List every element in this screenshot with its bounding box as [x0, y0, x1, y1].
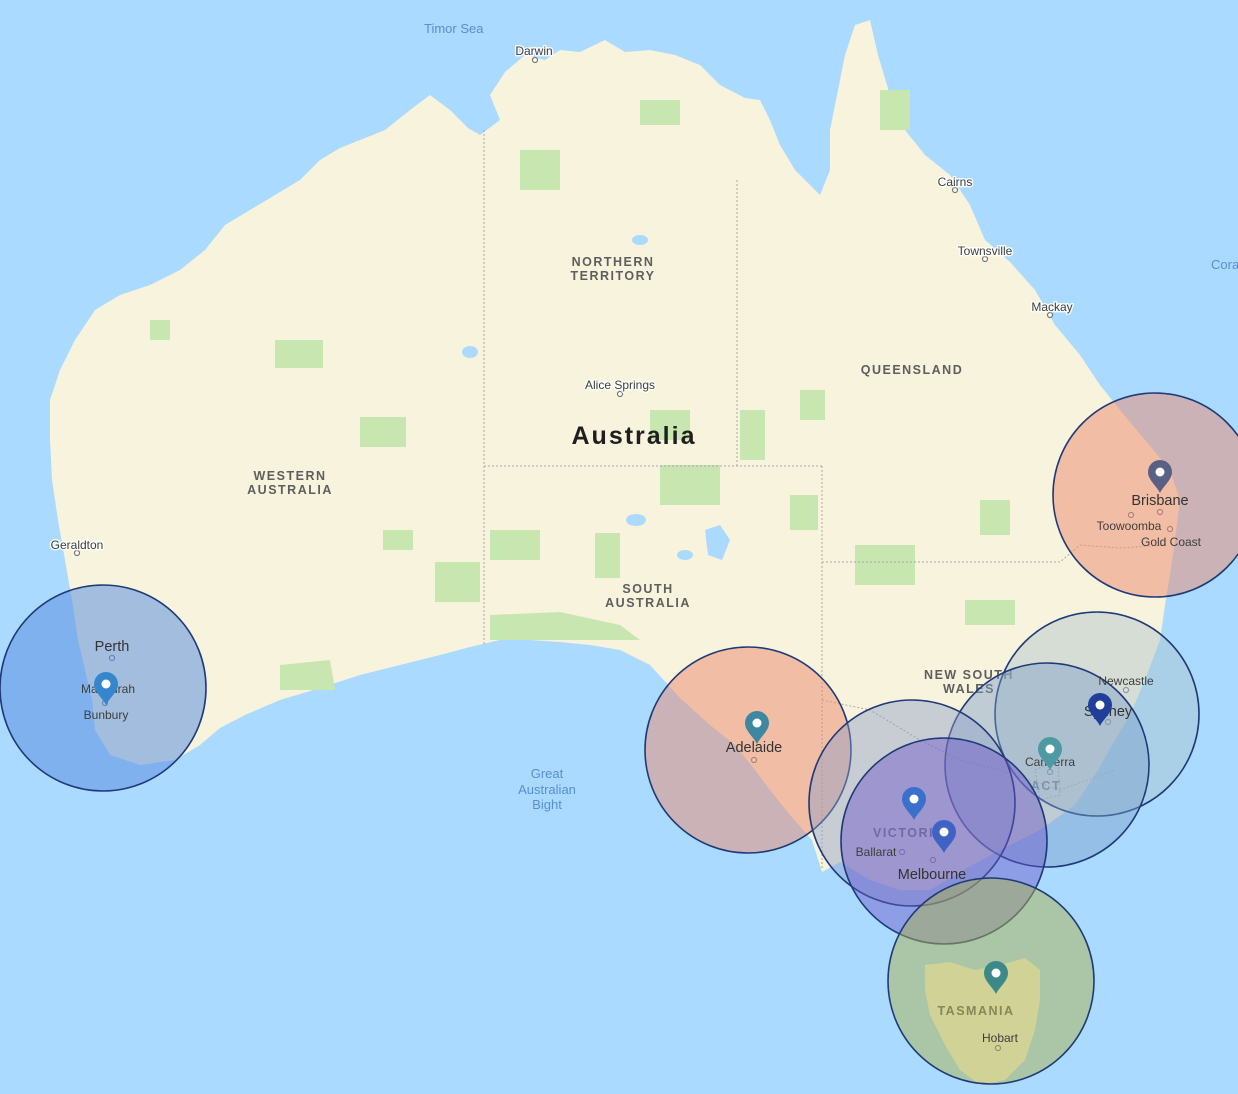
city-label-newcastle: Newcastle: [1098, 674, 1154, 688]
city-label-mackay: Mackay: [1031, 300, 1072, 314]
city-label-townsville: Townsville: [958, 244, 1013, 258]
nt-label-line-1: NORTHERN: [572, 255, 655, 269]
city-label-ballarat: Ballarat: [856, 845, 897, 859]
coral-sea-label: Cora: [1211, 257, 1238, 272]
qld-label: QUEENSLAND: [861, 363, 964, 377]
city-label-melbourne: Melbourne: [898, 867, 967, 883]
bight-label-line-1: Great: [531, 766, 564, 781]
city-label-perth: Perth: [95, 639, 130, 655]
city-label-alice-springs: Alice Springs: [585, 378, 655, 392]
city-label-cairns: Cairns: [938, 175, 973, 189]
sa-label-line-2: AUSTRALIA: [605, 596, 691, 610]
country-label: Australia: [572, 422, 697, 450]
map-svg[interactable]: Timor Sea Cora Great Australian Bight NO…: [0, 0, 1238, 1094]
bight-label-line-2: Australian: [518, 782, 576, 797]
city-label-bunbury: Bunbury: [84, 708, 129, 722]
city-label-geraldton: Geraldton: [51, 538, 104, 552]
city-label-darwin: Darwin: [515, 44, 552, 58]
city-label-hobart: Hobart: [982, 1031, 1019, 1045]
sa-label-line-1: SOUTH: [622, 582, 673, 596]
city-label-toowoomba: Toowoomba: [1097, 519, 1162, 533]
nt-label-line-2: TERRITORY: [570, 269, 655, 283]
city-label-brisbane: Brisbane: [1131, 493, 1188, 509]
map-canvas[interactable]: Timor Sea Cora Great Australian Bight NO…: [0, 0, 1238, 1094]
city-label-adelaide: Adelaide: [726, 740, 782, 756]
wa-label-line-2: AUSTRALIA: [247, 483, 333, 497]
timor-sea-label: Timor Sea: [424, 21, 484, 36]
city-label-gold-coast: Gold Coast: [1141, 535, 1202, 549]
wa-label-line-1: WESTERN: [254, 469, 327, 483]
bight-label-line-3: Bight: [532, 797, 562, 812]
